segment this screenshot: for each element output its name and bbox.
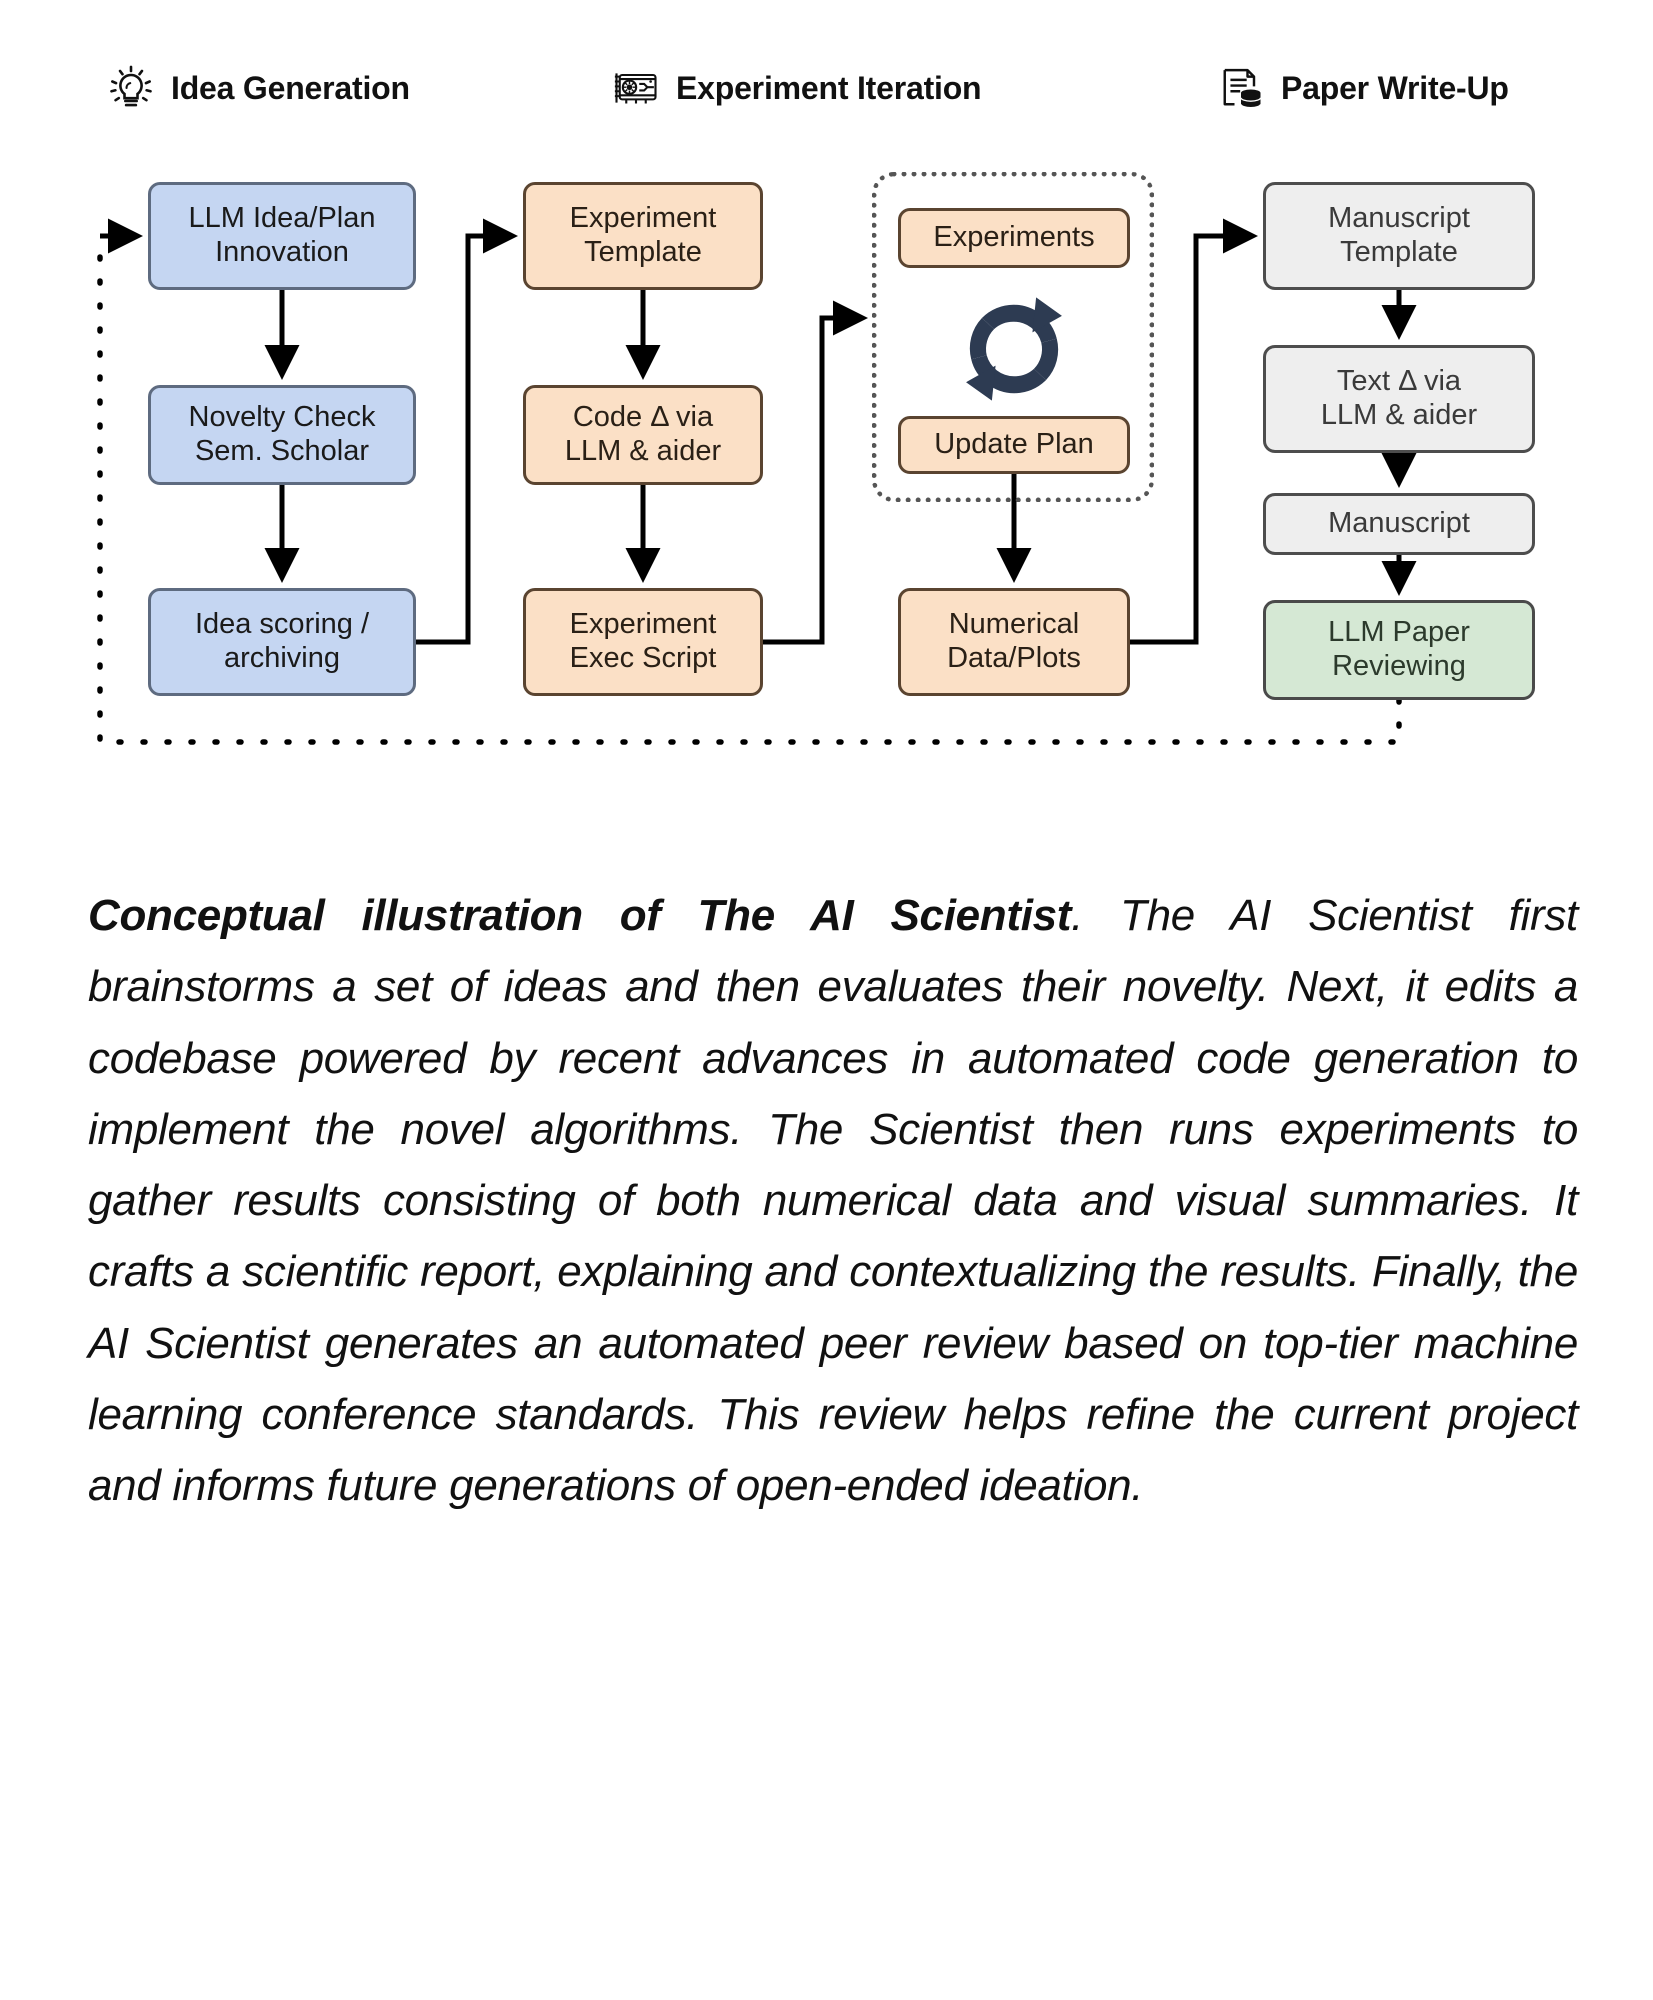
node-numerical-data-plots[interactable]: Numerical Data/Plots (898, 588, 1130, 696)
node-line-1: Code Δ via (572, 401, 714, 434)
node-line-1: LLM Paper (1328, 616, 1470, 649)
lightbulb-icon (110, 65, 152, 107)
node-line-1: LLM Idea/Plan (188, 202, 376, 235)
node-line-1: Manuscript (1328, 507, 1470, 540)
section-header-experiment-iteration: Experiment Iteration (610, 62, 982, 114)
figure-caption: Conceptual illustration of The AI Scient… (88, 880, 1578, 1521)
node-llm-paper-reviewing[interactable]: LLM Paper Reviewing (1263, 600, 1535, 700)
node-line-2: Reviewing (1332, 650, 1466, 682)
node-line-2: Template (584, 236, 702, 268)
section-header-paper-write-up: Paper Write-Up (1215, 62, 1509, 114)
node-line-1: Numerical (948, 608, 1080, 641)
node-code-delta-via-llm-aider[interactable]: Code Δ via LLM & aider (523, 385, 763, 485)
node-line-2: Exec Script (569, 642, 717, 674)
section-label: Experiment Iteration (676, 69, 982, 106)
node-manuscript[interactable]: Manuscript (1263, 493, 1535, 555)
node-idea-scoring-archiving[interactable]: Idea scoring / archiving (148, 588, 416, 696)
node-line-1: Experiments (933, 221, 1095, 254)
node-line-2: LLM & aider (1320, 399, 1478, 431)
node-line-1: Novelty Check (188, 401, 376, 434)
node-update-plan[interactable]: Update Plan (898, 416, 1130, 474)
node-llm-idea-plan-innovation[interactable]: LLM Idea/Plan Innovation (148, 182, 416, 290)
figure-diagram: Idea Generation Experiment Iteration Pap… (0, 0, 1653, 790)
gpu-card-icon (614, 73, 657, 104)
node-text-delta-via-llm-aider[interactable]: Text Δ via LLM & aider (1263, 345, 1535, 453)
caption-body: . The AI Scientist first brainstorms a s… (88, 891, 1578, 1511)
document-database-icon (1223, 68, 1262, 109)
node-line-1: Manuscript (1328, 202, 1470, 235)
node-manuscript-template[interactable]: Manuscript Template (1263, 182, 1535, 290)
node-experiment-template[interactable]: Experiment Template (523, 182, 763, 290)
refresh-cycle-icon (966, 297, 1062, 401)
node-line-2: Innovation (215, 236, 349, 268)
section-header-idea-generation: Idea Generation (105, 62, 410, 114)
node-line-2: Sem. Scholar (194, 435, 370, 467)
section-label: Paper Write-Up (1281, 69, 1509, 106)
node-experiments[interactable]: Experiments (898, 208, 1130, 268)
node-line-1: Text Δ via (1336, 365, 1462, 398)
node-experiment-exec-script[interactable]: Experiment Exec Script (523, 588, 763, 696)
caption-lead: Conceptual illustration of The AI Scient… (88, 891, 1072, 940)
node-line-1: Experiment (569, 202, 717, 235)
node-line-1: Update Plan (934, 428, 1094, 461)
node-line-2: LLM & aider (564, 435, 722, 467)
node-line-1: Experiment (569, 608, 717, 641)
node-line-2: Template (1340, 236, 1458, 268)
node-novelty-check[interactable]: Novelty Check Sem. Scholar (148, 385, 416, 485)
node-line-2: Data/Plots (947, 642, 1081, 674)
node-line-1: Idea scoring / (194, 608, 370, 641)
section-label: Idea Generation (171, 69, 410, 106)
node-line-2: archiving (223, 642, 341, 674)
